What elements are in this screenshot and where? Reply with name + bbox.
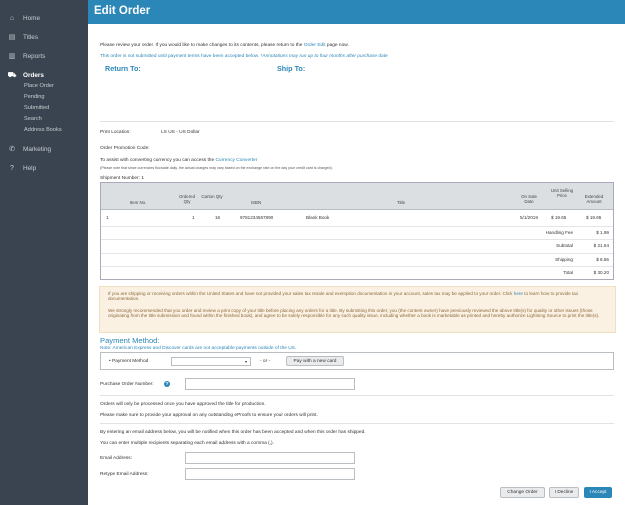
po-number-label: Purchase Order Number: — [100, 382, 154, 387]
sidebar-subitem-place-order[interactable]: Place Order — [24, 81, 54, 91]
summary-value: $ 21.64 — [593, 243, 609, 248]
home-icon: ⌂ — [9, 14, 15, 22]
sidebar-item-label: Titles — [23, 33, 39, 41]
sidebar-subitem-submitted[interactable]: Submitted — [24, 103, 49, 113]
decline-button[interactable]: I Decline — [549, 487, 579, 498]
page-title: Edit Order — [94, 5, 151, 17]
summary-label: Handling Fee — [545, 230, 573, 235]
sidebar-subitem-search[interactable]: Search — [24, 114, 42, 124]
divider — [100, 423, 614, 424]
sidebar-item-label: Help — [23, 164, 37, 172]
divider — [100, 121, 614, 122]
sidebar-item-titles[interactable]: ▤ Titles — [0, 28, 88, 46]
currency-converter-link[interactable]: Currency Converter — [215, 158, 257, 163]
order-table: Item No. Ordered Qty Carton Qty ISBN Tit… — [100, 182, 614, 280]
row-divider — [101, 239, 613, 240]
shipment-number: Shipment Number: 1 — [100, 176, 145, 181]
pay-new-card-button[interactable]: Pay with a new card — [286, 356, 344, 366]
sidebar-item-marketing[interactable]: ✆ Marketing — [0, 140, 88, 158]
sidebar-item-label: Reports — [23, 52, 46, 60]
processing-text: Orders will only be processed once you h… — [100, 402, 266, 407]
sidebar-subitem-address-books[interactable]: Address Books — [24, 125, 62, 135]
tax-notice: If you are shipping or receiving orders … — [99, 286, 616, 333]
truck-icon: ⛟ — [7, 71, 17, 79]
email-label: Email Address: — [100, 456, 132, 461]
sidebar-item-label: Marketing — [23, 145, 52, 153]
cell-title: Blank Book — [306, 215, 330, 220]
payment-note: Note: American Express and Discover card… — [100, 346, 297, 351]
eproof-text: Please make sure to provide your approva… — [100, 413, 318, 418]
promo-code-label: Order Promotion Code: — [100, 146, 150, 151]
email-field[interactable] — [185, 452, 355, 464]
sidebar-item-help[interactable]: ? Help — [0, 159, 88, 177]
cell-extended: $ 19.65 — [586, 215, 602, 220]
col-title: Title — [396, 200, 406, 205]
payment-heading: Payment Method: — [100, 336, 160, 345]
col-extended: Extended Amount — [584, 194, 604, 205]
currency-text: To assist with converting currency you c… — [100, 158, 258, 163]
cell-isbn: 9781234567890 — [240, 215, 274, 220]
chevron-down-icon: ▾ — [244, 359, 247, 364]
help-icon[interactable]: ? — [164, 381, 170, 387]
sidebar-item-label: Home — [23, 14, 41, 22]
sidebar-item-home[interactable]: ⌂ Home — [0, 9, 88, 27]
col-on-sale-date: On Sale Date — [521, 194, 537, 205]
summary-value: $ 1.99 — [596, 230, 609, 235]
currency-note: (Please note that since currencies fluct… — [100, 166, 333, 170]
cell-ordered: 1 — [192, 215, 195, 220]
ship-to-heading: Ship To: — [277, 64, 306, 73]
col-carton-qty: Carton Qty — [201, 194, 223, 199]
email-multiple-text: You can enter multiple recipients separa… — [100, 441, 274, 446]
col-isbn: ISBN — [250, 200, 262, 205]
summary-label: Subtotal — [556, 243, 573, 248]
col-unit-price: Unit Selling Price — [550, 188, 574, 199]
payment-method-panel: • Payment Method ▾ - or - Pay with a new… — [100, 352, 614, 370]
cell-item: 1 — [106, 215, 109, 220]
retype-email-field[interactable] — [185, 468, 355, 480]
payment-method-label: • Payment Method — [109, 359, 149, 364]
summary-label: Shipping — [555, 257, 573, 262]
print-location-value: LS US - US Dollar — [161, 130, 200, 135]
sidebar-item-reports[interactable]: ▥ Reports — [0, 47, 88, 65]
change-order-button[interactable]: Change Order — [500, 487, 545, 498]
sidebar-item-label: Orders — [23, 71, 44, 79]
row-divider — [101, 253, 613, 254]
tax-notice-text: If you are shipping or receiving orders … — [108, 291, 579, 302]
sidebar-subitem-pending[interactable]: Pending — [24, 92, 45, 102]
email-info-text: By entering an email address below, you … — [100, 430, 366, 435]
col-item-no: Item No. — [129, 200, 147, 205]
megaphone-icon: ✆ — [9, 146, 15, 153]
book-icon: ▤ — [8, 34, 16, 41]
retype-email-label: Retype Email Address: — [100, 472, 149, 477]
chart-icon: ▥ — [8, 53, 16, 60]
po-number-input[interactable] — [185, 378, 355, 390]
cell-unit-price: $ 19.65 — [551, 215, 567, 220]
divider — [100, 395, 614, 396]
col-ordered-qty: Ordered Qty — [178, 194, 196, 205]
proof-notice-text: We strongly recommended that you order a… — [108, 308, 600, 319]
sidebar: ⌂ Home ▤ Titles ▥ Reports ⛟ Orders Place Ord… — [0, 0, 88, 505]
page-header: Edit Order — [88, 0, 625, 24]
payment-method-select[interactable]: ▾ — [171, 357, 251, 366]
or-separator: - or - — [260, 359, 271, 364]
table-header: Item No. Ordered Qty Carton Qty ISBN Tit… — [101, 183, 613, 210]
main-content: Edit Order Please review your order. If … — [88, 0, 625, 505]
cell-on-sale: 5/1/2019 — [520, 215, 538, 220]
summary-value: $ 8.56 — [596, 257, 609, 262]
summary-value: $ 30.20 — [593, 270, 609, 275]
intro-text: Please review your order. If you would l… — [100, 43, 349, 48]
return-to-heading: Return To: — [105, 64, 141, 73]
cell-carton: 16 — [215, 215, 221, 220]
tax-help-link[interactable]: here — [514, 291, 523, 296]
order-edit-link[interactable]: Order Edit — [304, 43, 326, 48]
row-divider — [101, 266, 613, 267]
print-location-label: Print Location: — [100, 130, 131, 135]
summary-label: Total — [563, 270, 573, 275]
accept-button[interactable]: I Accept — [584, 487, 612, 498]
row-divider — [101, 226, 613, 227]
question-icon: ? — [10, 164, 14, 172]
submission-note: This order is not submitted until paymen… — [100, 54, 388, 59]
